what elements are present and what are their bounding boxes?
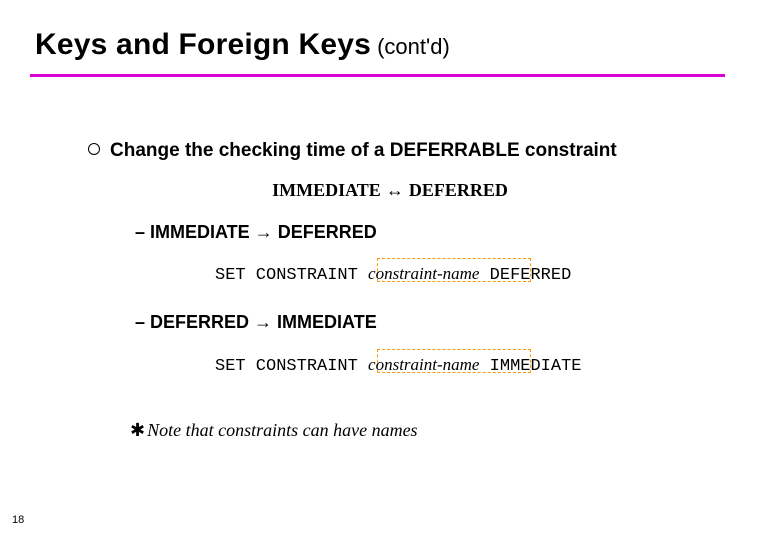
double-arrow-icon: ↔ [381, 180, 409, 200]
slide-title: Keys and Foreign Keys (cont'd) [35, 28, 450, 62]
code-set-constraint-deferred: SET CONSTRAINT constraint-name DEFERRED [215, 264, 571, 285]
sub-to: IMMEDIATE [277, 312, 377, 332]
subbullet-immediate-to-deferred: – IMMEDIATE → DEFERRED [135, 222, 377, 243]
sub-from: DEFERRED [150, 312, 249, 332]
code-prefix: SET CONSTRAINT [215, 357, 368, 376]
bullet-change-checking: Change the checking time of a DEFERRABLE… [88, 140, 617, 162]
code-prefix: SET CONSTRAINT [215, 266, 368, 285]
code-suffix: IMMEDIATE [479, 357, 581, 376]
right-arrow-icon: → [250, 222, 278, 242]
bullet-marker-icon [88, 143, 100, 155]
title-suffix: (cont'd) [371, 34, 450, 59]
summary-left: IMMEDIATE [272, 180, 381, 200]
code-suffix: DEFERRED [479, 266, 571, 285]
footnote-text: Note that constraints can have names [147, 420, 417, 440]
code-constraint-name-placeholder: constraint-name [368, 264, 479, 283]
sub-from: IMMEDIATE [150, 222, 250, 242]
asterisk-icon: ✱ [130, 420, 145, 440]
sub-to: DEFERRED [278, 222, 377, 242]
code-constraint-name-placeholder: constraint-name [368, 355, 479, 374]
footnote: ✱Note that constraints can have names [130, 420, 418, 441]
code-set-constraint-immediate: SET CONSTRAINT constraint-name IMMEDIATE [215, 355, 582, 376]
right-arrow-icon: → [249, 312, 277, 332]
page-number: 18 [12, 514, 24, 526]
dash-marker: – [135, 312, 150, 332]
title-underline [30, 74, 725, 77]
dash-marker: – [135, 222, 150, 242]
subbullet-deferred-to-immediate: – DEFERRED → IMMEDIATE [135, 312, 377, 333]
bullet-text: Change the checking time of a DEFERRABLE… [110, 140, 617, 161]
slide: Keys and Foreign Keys (cont'd) Change th… [0, 0, 780, 540]
immediate-deferred-summary: IMMEDIATE ↔ DEFERRED [0, 180, 780, 201]
title-main: Keys and Foreign Keys [35, 28, 371, 61]
summary-right: DEFERRED [409, 180, 508, 200]
